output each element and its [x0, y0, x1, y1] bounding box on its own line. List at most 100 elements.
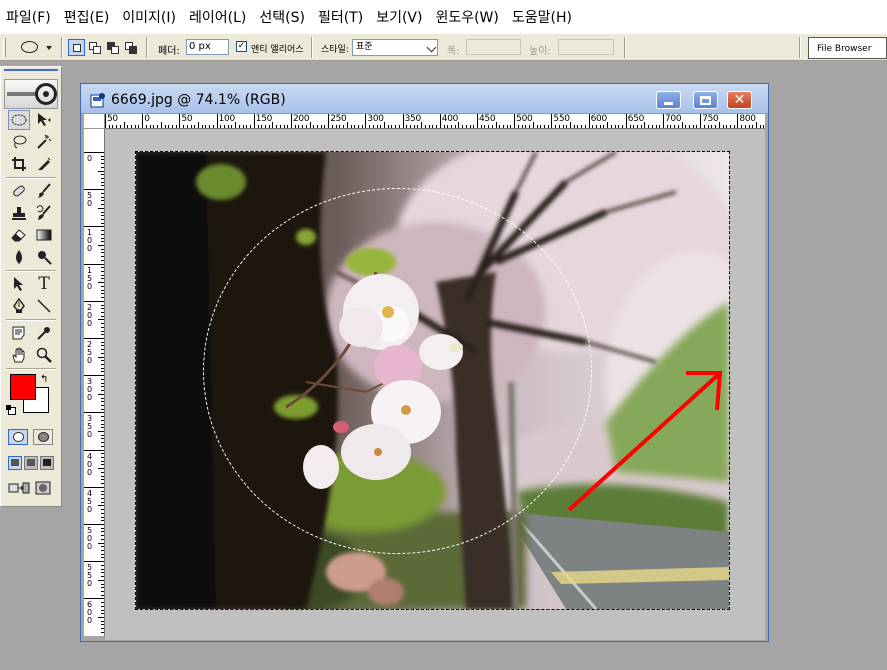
type-tool-icon[interactable]: T	[33, 274, 55, 294]
ruler-minor-tick	[101, 345, 104, 347]
full-screen-menu-mode-button[interactable]	[24, 456, 38, 470]
ruler-minor-tick	[696, 125, 698, 128]
ruler-minor-tick	[711, 125, 713, 128]
ruler-minor-tick	[190, 125, 192, 128]
ruler-minor-tick	[101, 166, 104, 168]
eraser-tool-icon[interactable]	[8, 225, 30, 245]
menu-window[interactable]: 윈도우(W)	[435, 7, 498, 27]
swap-colors-icon[interactable]: ↰	[40, 374, 48, 385]
ruler-minor-tick	[98, 468, 104, 470]
crop-tool-icon[interactable]	[8, 154, 30, 174]
ruler-minor-tick	[521, 125, 523, 128]
ruler-origin[interactable]	[84, 114, 105, 129]
width-input[interactable]	[466, 39, 521, 55]
ruler-minor-tick	[268, 125, 270, 128]
ruler-label: 250	[330, 114, 347, 124]
elliptical-marquee-tool-icon[interactable]	[8, 110, 30, 130]
ruler-minor-tick	[752, 125, 754, 128]
ruler-minor-tick	[224, 125, 226, 128]
slice-tool-icon[interactable]	[33, 154, 55, 174]
ruler-minor-tick	[98, 431, 104, 432]
ruler-minor-tick	[629, 125, 631, 128]
brush-tool-icon[interactable]	[33, 181, 55, 201]
ruler-minor-tick	[101, 564, 104, 566]
menu-image[interactable]: 이미지(I)	[122, 7, 176, 27]
menu-file[interactable]: 파일(F)	[6, 7, 51, 27]
dodge-tool-icon[interactable]	[33, 247, 55, 267]
eyedropper-tool-icon[interactable]	[33, 323, 55, 343]
move-tool-icon[interactable]	[33, 110, 55, 130]
zoom-tool-icon[interactable]	[33, 345, 55, 365]
close-button[interactable]: ✕	[727, 91, 752, 109]
height-input[interactable]	[558, 39, 614, 55]
horizontal-ruler[interactable]: 50 0 50 100 150 200 250 300 350 400 450 500 550 600 65…	[105, 114, 765, 129]
blur-tool-icon[interactable]	[8, 247, 30, 267]
menu-layer[interactable]: 레이어(L)	[189, 7, 246, 27]
hand-tool-icon[interactable]	[8, 345, 30, 365]
menu-select[interactable]: 선택(S)	[259, 7, 305, 27]
toolbox-separator	[6, 319, 56, 321]
elliptical-selection-marquee[interactable]	[203, 188, 592, 554]
line-tool-icon[interactable]	[33, 296, 55, 316]
preset-dropdown-arrow-icon[interactable]	[46, 46, 52, 50]
intersect-selection-button[interactable]	[122, 39, 139, 56]
new-selection-button[interactable]	[68, 39, 85, 56]
ruler-minor-tick	[718, 122, 720, 128]
document-title-bar[interactable]: 6669.jpg @ 74.1% (RGB) ✕	[81, 84, 768, 114]
ruler-major-tick	[216, 114, 218, 128]
ruler-label: 300	[87, 377, 93, 403]
ruler-major-tick	[365, 114, 367, 128]
file-browser-tab[interactable]: File Browser	[808, 37, 887, 59]
menu-help[interactable]: 도움말(H)	[512, 7, 572, 27]
ruler-minor-tick	[276, 125, 278, 128]
ruler-minor-tick	[101, 241, 104, 243]
minimize-button[interactable]	[656, 91, 681, 109]
antialias-checkbox[interactable]: ✓	[236, 41, 247, 52]
standard-mode-button[interactable]	[8, 429, 28, 445]
foreground-color-swatch[interactable]	[10, 374, 36, 400]
canvas-workspace[interactable]	[105, 129, 768, 640]
ruler-minor-tick	[101, 438, 104, 440]
maximize-button[interactable]	[693, 91, 718, 109]
quick-mask-mode-button[interactable]	[33, 429, 53, 445]
elliptical-marquee-preset-icon[interactable]	[21, 41, 38, 53]
history-brush-tool-icon[interactable]	[33, 203, 55, 223]
ruler-minor-tick	[231, 125, 233, 128]
ruler-minor-tick	[101, 163, 104, 165]
standard-screen-mode-button[interactable]	[8, 456, 22, 470]
ruler-minor-tick	[566, 125, 568, 128]
jump-to-imageready-icon[interactable]	[8, 480, 30, 498]
vertical-ruler[interactable]: 0 50 100 150 200 250 300 350 400 450 500 550 600	[84, 129, 105, 636]
ruler-minor-tick	[756, 122, 757, 128]
clone-stamp-tool-icon[interactable]	[8, 203, 30, 223]
ruler-minor-tick	[101, 315, 104, 317]
default-colors-icon[interactable]	[6, 405, 16, 415]
gradient-tool-icon[interactable]	[33, 225, 55, 245]
ruler-minor-tick	[748, 125, 750, 128]
notes-tool-icon[interactable]	[8, 323, 30, 343]
healing-brush-tool-icon[interactable]	[8, 181, 30, 201]
add-to-selection-button[interactable]	[86, 39, 103, 56]
imageready-icon[interactable]	[33, 480, 55, 498]
menu-view[interactable]: 보기(V)	[376, 7, 422, 27]
menu-edit[interactable]: 편집(E)	[64, 7, 110, 27]
ruler-major-tick	[84, 449, 104, 451]
style-select[interactable]: 표준	[352, 39, 438, 56]
magic-wand-tool-icon[interactable]	[33, 132, 55, 152]
subtract-from-selection-button[interactable]	[104, 39, 121, 56]
ruler-minor-tick	[101, 278, 104, 280]
ruler-minor-tick	[101, 196, 104, 198]
lasso-tool-icon[interactable]	[8, 132, 30, 152]
full-screen-mode-button[interactable]	[40, 456, 54, 470]
ruler-label: 550	[553, 114, 570, 124]
options-separator	[61, 37, 63, 58]
feather-input[interactable]: 0 px	[186, 39, 229, 55]
ruler-minor-tick	[101, 538, 104, 540]
menu-filter[interactable]: 필터(T)	[318, 7, 363, 27]
path-selection-tool-icon[interactable]	[8, 274, 30, 294]
pen-tool-icon[interactable]	[8, 296, 30, 316]
app-logo-eye-icon[interactable]	[4, 79, 58, 109]
options-grip[interactable]	[3, 38, 6, 57]
photo-canvas[interactable]	[135, 151, 730, 610]
toolbox-title-bar[interactable]	[4, 69, 58, 76]
